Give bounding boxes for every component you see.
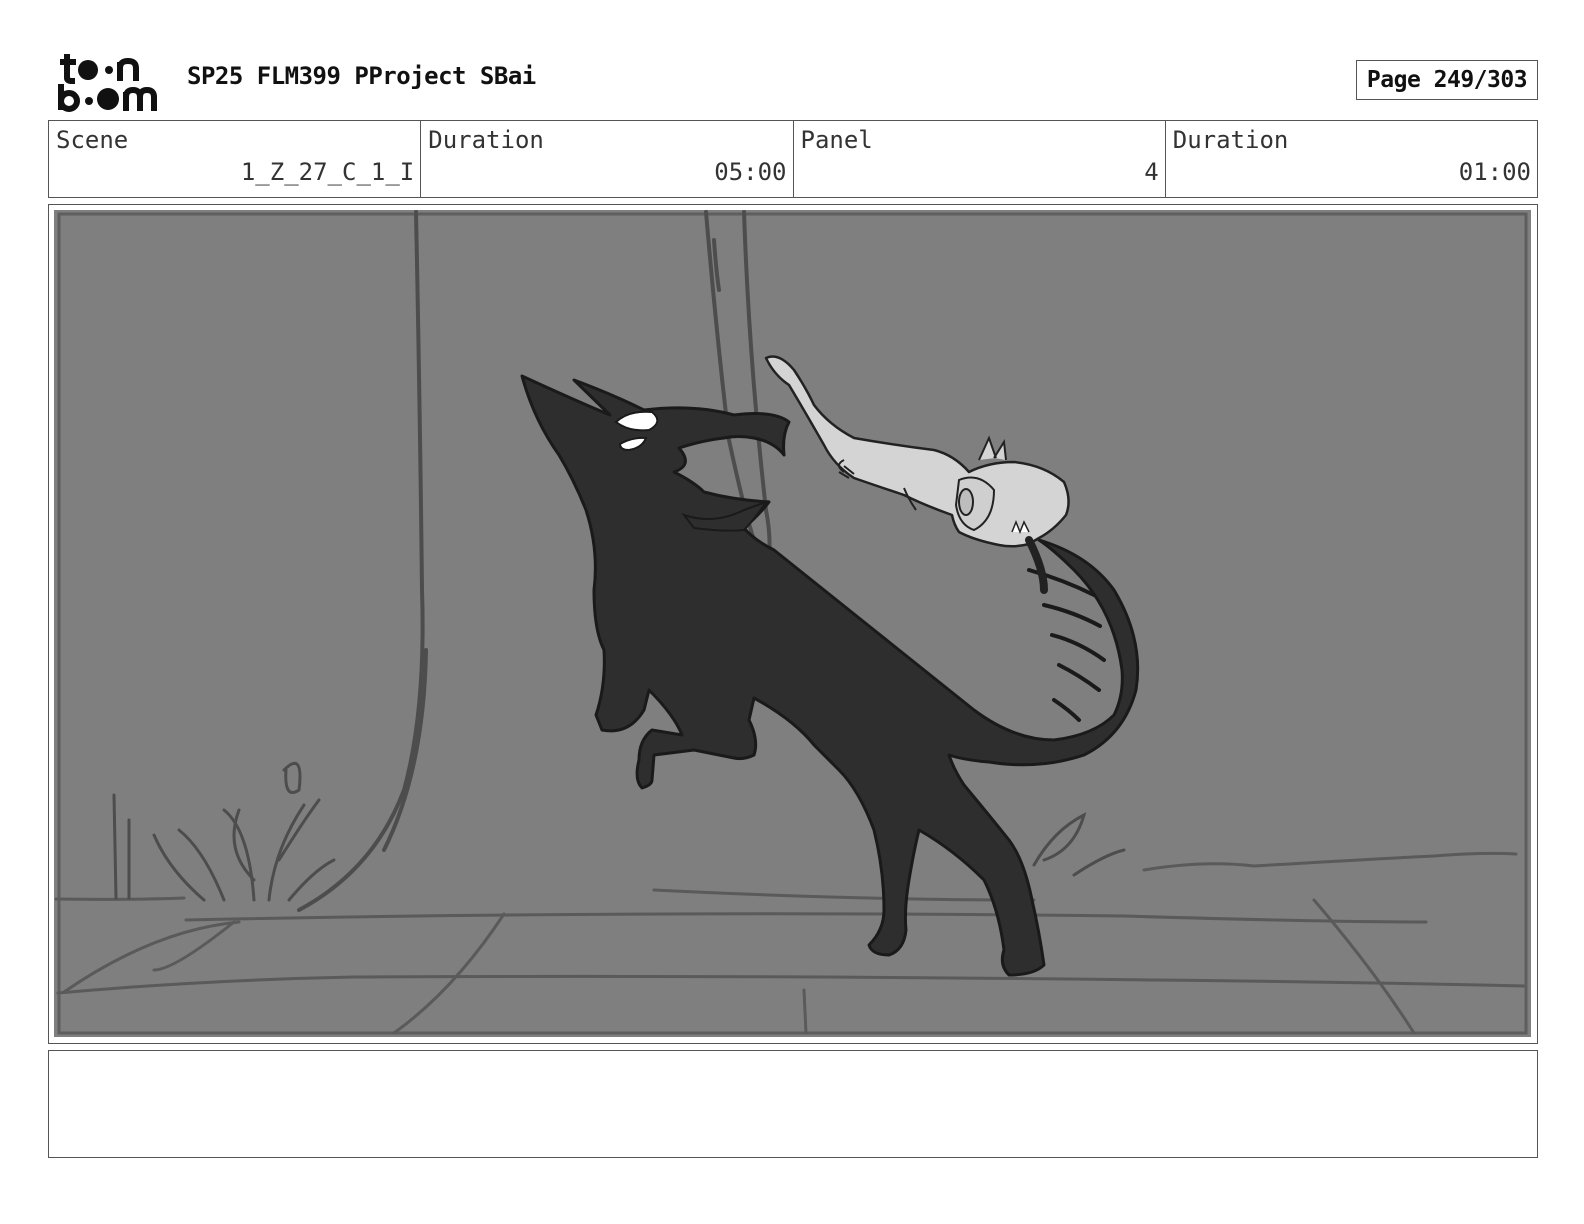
scene-label: Scene <box>56 126 129 154</box>
panel-value: 4 <box>1144 158 1159 186</box>
storyboard-panel <box>48 204 1538 1044</box>
panel-drawing <box>54 210 1531 1037</box>
panel-notes <box>48 1050 1538 1158</box>
panel-duration-label: Duration <box>1172 126 1289 154</box>
page-number: Page 249/303 <box>1356 60 1538 100</box>
scene-duration-value: 05:00 <box>714 158 787 186</box>
toon-boom-logo <box>58 54 157 112</box>
panel-cell: Panel 4 <box>794 121 1166 197</box>
scene-duration-cell: Duration 05:00 <box>421 121 794 197</box>
scene-value: 1_Z_27_C_1_I <box>240 158 415 186</box>
scene-cell: Scene 1_Z_27_C_1_I <box>49 121 422 197</box>
scene-info-table: Scene 1_Z_27_C_1_I Duration 05:00 Panel … <box>48 120 1538 198</box>
panel-duration-cell: Duration 01:00 <box>1166 121 1537 197</box>
scene-duration-label: Duration <box>428 126 544 154</box>
panel-label: Panel <box>800 126 873 154</box>
project-title: SP25 FLM399 PProject SBai <box>187 62 536 90</box>
panel-duration-value: 01:00 <box>1458 158 1531 186</box>
